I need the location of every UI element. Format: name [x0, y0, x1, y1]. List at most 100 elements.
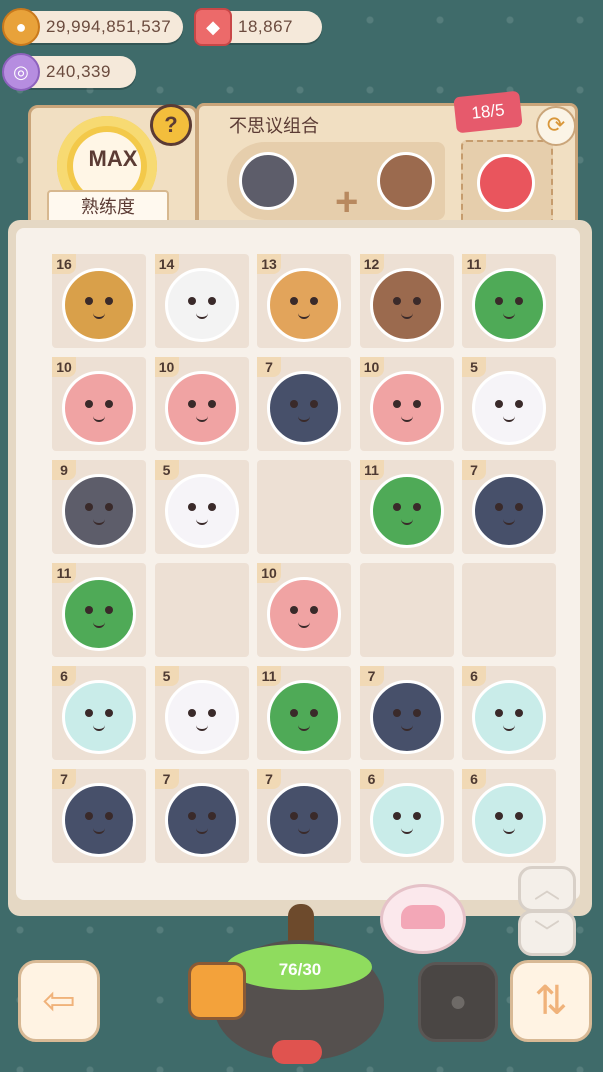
gem-counter: ◆ 18,867: [194, 8, 322, 46]
pet-level-badge: 7: [257, 769, 281, 789]
cauldron-lips: [272, 1040, 322, 1064]
pet-level-badge: 7: [462, 460, 486, 480]
pet-level-badge: 6: [359, 769, 384, 789]
pet-icon: [472, 783, 546, 857]
pet-level-badge: 6: [462, 666, 486, 686]
pet-slot[interactable]: 5: [462, 357, 556, 451]
pet-slot[interactable]: 10: [257, 563, 351, 657]
empty-slot[interactable]: [462, 563, 556, 657]
combo-title: 不思议组合: [229, 116, 319, 136]
pet-icon: [164, 783, 239, 857]
gem-value: 18,867: [238, 17, 293, 36]
pet-level-badge: 5: [154, 460, 179, 480]
pet-slot[interactable]: 10: [154, 357, 249, 451]
pet-slot[interactable]: 5: [154, 460, 249, 554]
pet-slot[interactable]: 11: [462, 254, 556, 348]
pet-icon: [164, 371, 239, 445]
sort-button[interactable]: ⇅: [510, 960, 592, 1042]
pet-icon: [472, 474, 546, 548]
plus-icon: +: [335, 180, 359, 224]
pet-level-badge: 14: [154, 254, 179, 274]
mastery-label: 熟练度: [47, 190, 169, 224]
pet-icon: [369, 783, 444, 857]
pet-slot[interactable]: 6: [462, 666, 556, 760]
pet-level-badge: 6: [52, 666, 76, 686]
pet-icon: [267, 577, 341, 651]
pet-slot[interactable]: 5: [154, 666, 249, 760]
pet-icon: [62, 371, 136, 445]
pet-icon: [267, 680, 341, 754]
pet-icon: [369, 371, 444, 445]
pet-slot[interactable]: 7: [154, 769, 249, 863]
pet-level-badge: 11: [52, 563, 76, 583]
pet-slot[interactable]: 11: [52, 563, 146, 657]
pet-slot[interactable]: 7: [257, 357, 351, 451]
pot-button[interactable]: ●: [418, 962, 498, 1042]
pet-icon: [472, 371, 546, 445]
pet-level-badge: 5: [154, 666, 179, 686]
pet-slot[interactable]: 12: [359, 254, 454, 348]
pet-level-badge: 7: [359, 666, 384, 686]
recipe-bubble[interactable]: [380, 884, 466, 954]
pet-slot[interactable]: 9: [52, 460, 146, 554]
pet-slot[interactable]: 7: [359, 666, 454, 760]
pet-level-badge: 11: [462, 254, 486, 274]
pet-slot[interactable]: 6: [462, 769, 556, 863]
pet-icon: [62, 474, 136, 548]
pet-icon: [164, 268, 239, 342]
pet-icon: [267, 783, 341, 857]
pet-slot[interactable]: 6: [52, 666, 146, 760]
scroll-up-button[interactable]: ︿: [518, 866, 576, 912]
coin-counter: ● 29,994,851,537: [2, 8, 183, 46]
pet-slot[interactable]: 16: [52, 254, 146, 348]
pet-slot[interactable]: 7: [52, 769, 146, 863]
pet-level-badge: 13: [257, 254, 281, 274]
pet-level-badge: 9: [52, 460, 76, 480]
potion-tag-icon[interactable]: [188, 962, 246, 1020]
pet-level-badge: 10: [52, 357, 76, 377]
scroll-down-button[interactable]: ﹀: [518, 910, 576, 956]
empty-slot[interactable]: [257, 460, 351, 554]
combo-result-slot[interactable]: [461, 140, 553, 228]
pet-level-badge: 10: [154, 357, 179, 377]
pet-slot[interactable]: 11: [359, 460, 454, 554]
pet-slot[interactable]: 14: [154, 254, 249, 348]
pet-icon: [267, 371, 341, 445]
pet-slot[interactable]: 7: [257, 769, 351, 863]
refresh-button[interactable]: ⟳: [536, 106, 576, 146]
pet-icon: [62, 680, 136, 754]
pet-slot[interactable]: 6: [359, 769, 454, 863]
shell-counter: ◎ 240,339: [2, 53, 136, 91]
coin-value: 29,994,851,537: [46, 17, 172, 36]
pet-slot[interactable]: 10: [359, 357, 454, 451]
empty-slot[interactable]: [154, 563, 249, 657]
pet-slot[interactable]: 13: [257, 254, 351, 348]
pet-icon: [472, 268, 546, 342]
pet-level-badge: 7: [52, 769, 76, 789]
pet-slot[interactable]: 10: [52, 357, 146, 451]
pet-icon: [62, 783, 136, 857]
pet-level-badge: 11: [257, 666, 281, 686]
raccoon-icon: [239, 152, 297, 210]
pet-icon: [164, 680, 239, 754]
koi-fish-icon: [477, 154, 535, 212]
pet-level-badge: 10: [359, 357, 384, 377]
pet-level-badge: 12: [359, 254, 384, 274]
pet-level-badge: 7: [154, 769, 179, 789]
pet-slot[interactable]: 7: [462, 460, 556, 554]
cookie-coin-icon: ●: [2, 8, 40, 46]
pet-icon: [472, 680, 546, 754]
pet-level-badge: 6: [462, 769, 486, 789]
help-button[interactable]: ?: [150, 104, 192, 146]
cauldron-counter: 76/30: [278, 960, 322, 979]
combo-progress-badge: 18/5: [453, 90, 523, 134]
collection-book: 16 14 13 12 11 10 10 7 10 5 9 5 11 7 11 10 6 5 11 7 6 7 7 7 6 6: [8, 220, 592, 916]
shell-icon: ◎: [2, 53, 40, 91]
combo-ingredients: +: [227, 142, 445, 224]
pet-slot[interactable]: 11: [257, 666, 351, 760]
back-button[interactable]: ⇦: [18, 960, 100, 1042]
pet-icon: [164, 474, 239, 548]
ruby-icon: ◆: [194, 8, 232, 46]
empty-slot[interactable]: [359, 563, 454, 657]
bear-icon: [377, 152, 435, 210]
